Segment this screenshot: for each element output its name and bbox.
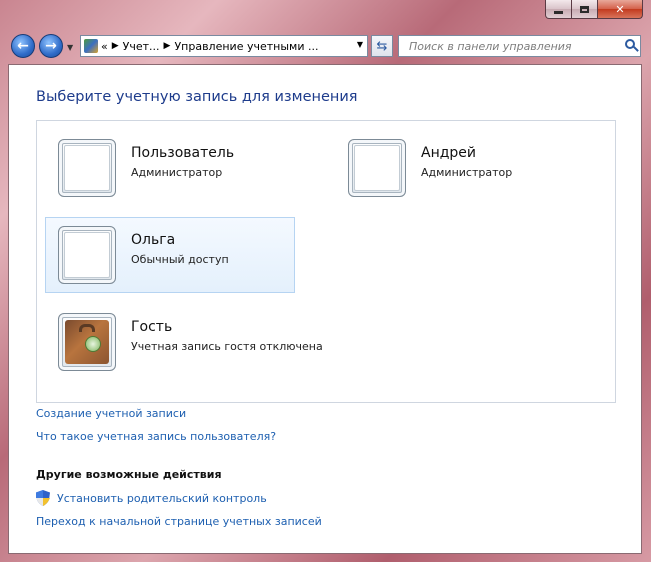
address-dropdown-icon[interactable]: ▼ — [357, 40, 363, 49]
back-button[interactable]: ← — [11, 34, 35, 58]
breadcrumb-item-accounts[interactable]: Учет... — [123, 40, 160, 53]
navigation-bar: ← → ▼ « ▶ Учет... ▶ Управление учетными … — [0, 30, 651, 64]
account-name: Пользователь — [131, 145, 235, 161]
refresh-button[interactable]: ⇆ — [371, 35, 393, 57]
account-type: Администратор — [421, 166, 513, 179]
parental-control-link[interactable]: Установить родительский контроль — [57, 492, 267, 505]
breadcrumb-item-manage[interactable]: Управление учетными ... — [174, 40, 318, 53]
blank-avatar-icon — [58, 139, 116, 197]
account-type: Учетная запись гостя отключена — [131, 340, 323, 353]
caption-buttons: ✕ — [545, 0, 643, 19]
back-arrow-icon: ← — [17, 38, 29, 54]
account-tile-guest[interactable]: Гость Учетная запись гостя отключена — [45, 304, 345, 380]
search-placeholder: Поиск в панели управления — [409, 39, 572, 53]
recent-pages-dropdown[interactable]: ▼ — [67, 43, 73, 52]
account-type: Администратор — [131, 166, 223, 179]
account-tile-andrey[interactable]: Андрей Администратор — [335, 130, 585, 206]
page-title: Выберите учетную запись для изменения — [36, 89, 358, 105]
control-panel-icon — [84, 39, 98, 53]
accounts-home-link[interactable]: Переход к начальной странице учетных зап… — [36, 515, 322, 528]
account-name: Ольга — [131, 232, 176, 248]
close-button[interactable]: ✕ — [598, 0, 643, 19]
blank-avatar-icon — [348, 139, 406, 197]
breadcrumb-sep-icon[interactable]: ▶ — [112, 41, 119, 51]
address-bar[interactable]: « ▶ Учет... ▶ Управление учетными ... ▼ — [80, 35, 368, 57]
minimize-button[interactable] — [545, 0, 572, 19]
account-type: Обычный доступ — [131, 253, 229, 266]
forward-arrow-icon: → — [45, 38, 57, 54]
forward-button[interactable]: → — [39, 34, 63, 58]
minimize-icon — [554, 10, 563, 14]
uac-shield-icon — [36, 490, 50, 506]
create-account-link[interactable]: Создание учетной записи — [36, 407, 186, 420]
close-icon: ✕ — [615, 2, 625, 16]
briefcase-icon — [58, 313, 116, 371]
maximize-icon — [580, 5, 589, 13]
accounts-list: Пользователь Администратор Андрей Админи… — [36, 120, 616, 403]
account-name: Андрей — [421, 145, 477, 161]
account-name: Гость — [131, 319, 173, 335]
refresh-icon: ⇆ — [376, 38, 388, 54]
window-titlebar: ✕ — [0, 0, 651, 30]
breadcrumb-overflow[interactable]: « — [101, 40, 108, 53]
what-is-account-link[interactable]: Что такое учетная запись пользователя? — [36, 430, 276, 443]
maximize-button[interactable] — [572, 0, 598, 19]
other-actions-heading: Другие возможные действия — [36, 468, 222, 481]
blank-avatar-icon — [58, 226, 116, 284]
account-tile-user[interactable]: Пользователь Администратор — [45, 130, 295, 206]
content-pane: Выберите учетную запись для изменения По… — [8, 64, 642, 554]
account-tile-olga[interactable]: Ольга Обычный доступ — [45, 217, 295, 293]
search-icon[interactable] — [625, 39, 635, 49]
search-input[interactable]: Поиск в панели управления — [398, 35, 641, 57]
breadcrumb-sep-icon[interactable]: ▶ — [164, 41, 171, 51]
